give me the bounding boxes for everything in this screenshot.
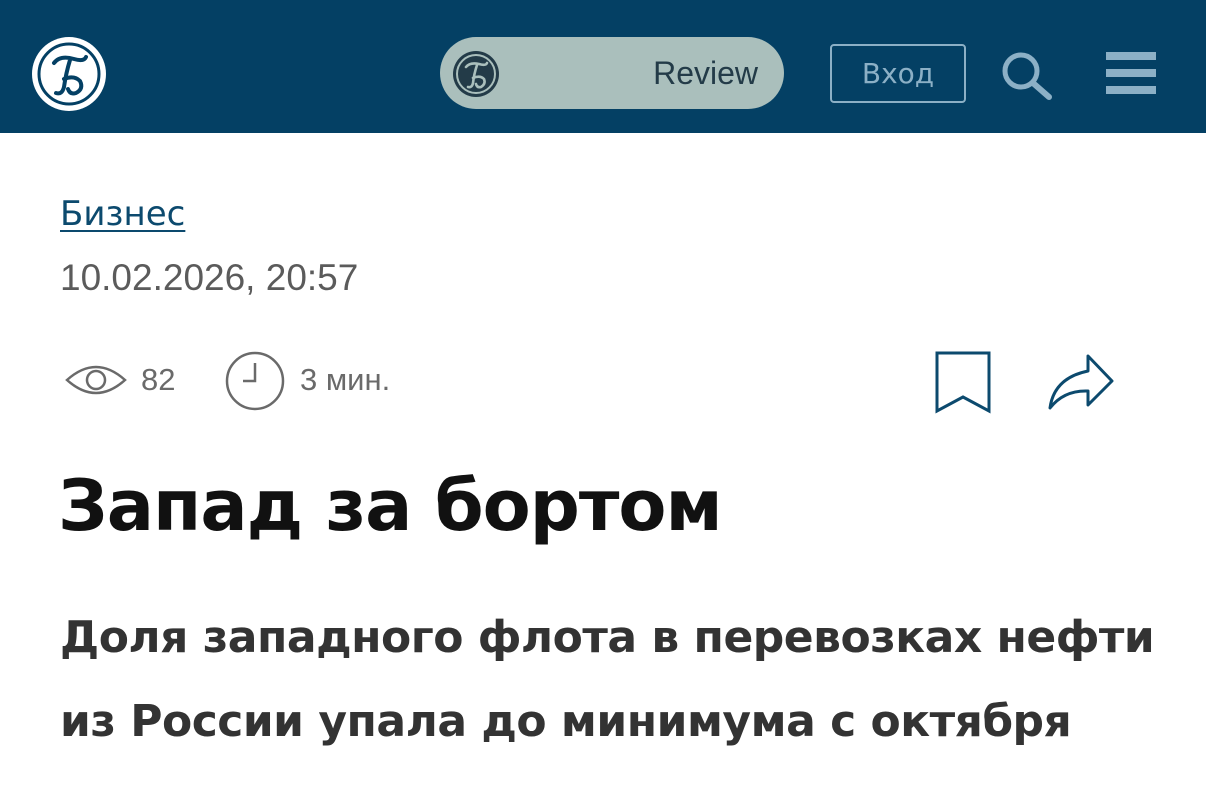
article-meta-row: 82 3 мин. — [0, 348, 1206, 414]
share-icon[interactable] — [1046, 352, 1116, 412]
category-link[interactable]: Бизнес — [60, 193, 185, 235]
article-subtitle: Доля западного флота в перевозках нефти … — [60, 596, 1160, 764]
logo-icon[interactable] — [30, 35, 108, 113]
top-header: Review Вход — [0, 0, 1206, 133]
subtitle-line: из России упала до минимума с октября — [60, 696, 1072, 747]
read-time: 3 мин. — [300, 362, 391, 397]
review-label: Review — [653, 55, 758, 91]
review-button[interactable]: Review — [440, 37, 784, 109]
hamburger-menu-icon[interactable] — [1104, 50, 1158, 96]
clock-icon — [225, 351, 285, 411]
review-logo-icon — [453, 51, 499, 97]
login-button[interactable]: Вход — [830, 44, 966, 103]
search-icon[interactable] — [1000, 50, 1054, 100]
publish-datetime: 10.02.2026, 20:57 — [60, 257, 359, 298]
bookmark-icon[interactable] — [934, 350, 992, 414]
views-count: 82 — [141, 362, 176, 397]
eye-icon — [65, 365, 127, 395]
subtitle-line: Доля западного флота в перевозках нефти — [60, 612, 1155, 663]
article-title: Запад за бортом — [58, 465, 723, 547]
